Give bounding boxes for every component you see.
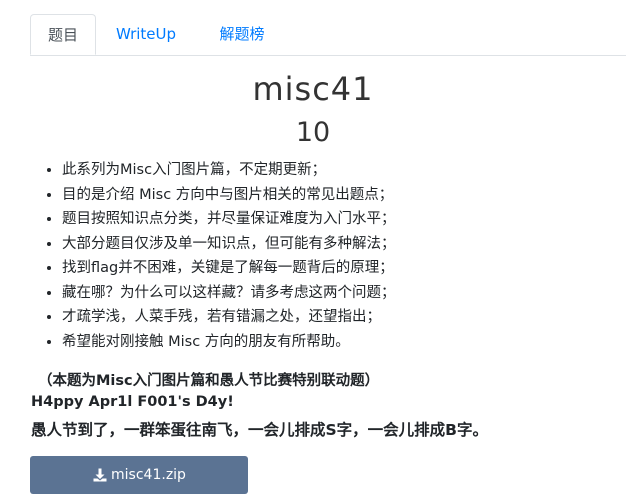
download-icon — [92, 467, 108, 483]
challenge-title: misc41 — [252, 70, 374, 108]
description-item: 才疏学浅，人菜手残，若有错漏之处，还望指出； — [62, 305, 396, 330]
description-item: 希望能对刚接触 Misc 方向的朋友有所帮助。 — [62, 330, 396, 355]
happy-note: H4ppy Apr1l F001's D4y! — [31, 394, 234, 410]
tab-ranking[interactable]: 解题榜 — [192, 14, 292, 55]
tab-challenge[interactable]: 题目 — [30, 14, 96, 55]
description-item: 题目按照知识点分类，并尽量保证难度为入门水平； — [62, 207, 396, 232]
description-item: 大部分题目仅涉及单一知识点，但可能有多种解法； — [62, 232, 396, 257]
attachment-filename: misc41.zip — [111, 467, 186, 483]
description-item: 此系列为Misc入门图片篇，不定期更新； — [62, 158, 396, 183]
challenge-tabs: 题目 WriteUp 解题榜 — [30, 14, 626, 56]
description-item: 藏在哪？为什么可以这样藏？请多考虑这两个问题； — [62, 281, 396, 306]
description-list: 此系列为Misc入门图片篇，不定期更新； 目的是介绍 Misc 方向中与图片相关… — [26, 158, 396, 354]
tab-writeup[interactable]: WriteUp — [97, 14, 195, 55]
story-note: 愚人节到了，一群笨蛋往南飞，一会儿排成S字，一会儿排成B字。 — [31, 421, 488, 439]
description-item: 目的是介绍 Misc 方向中与图片相关的常见出题点； — [62, 183, 396, 208]
description-item: 找到flag并不困难，关键是了解每一题背后的原理； — [62, 256, 396, 281]
challenge-points: 10 — [295, 117, 331, 148]
collab-note: （本题为Misc入门图片篇和愚人节比赛特别联动题） — [38, 373, 380, 389]
download-attachment-button[interactable]: misc41.zip — [30, 456, 248, 494]
